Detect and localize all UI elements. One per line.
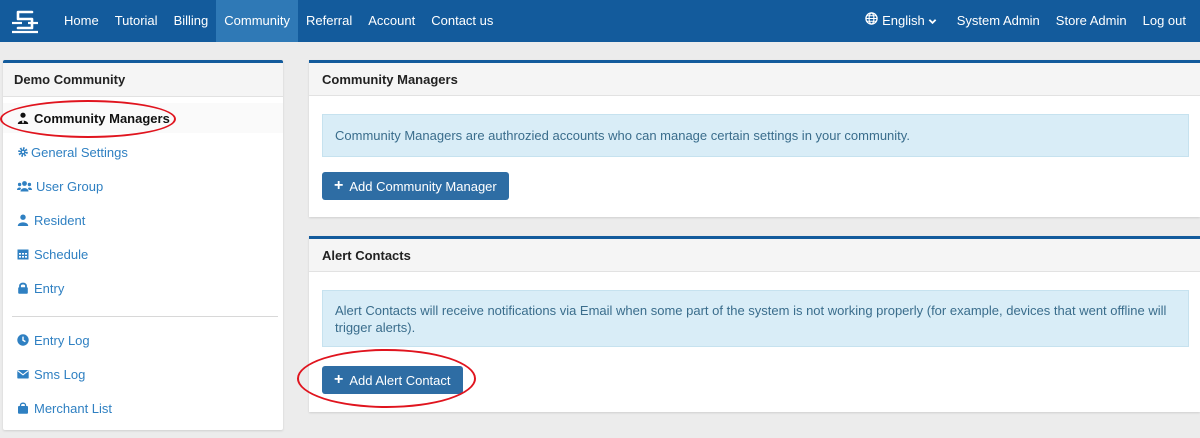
sidebar-item-label: Sms Log	[34, 366, 86, 382]
community-managers-panel: Community Managers Community Managers ar…	[309, 60, 1200, 217]
alert-text: Community Managers are authrozied accoun…	[335, 128, 910, 143]
nav-community[interactable]: Community	[216, 0, 298, 42]
sidebar-item-schedule[interactable]: Schedule	[3, 239, 283, 269]
nav-billing[interactable]: Billing	[166, 0, 217, 42]
nav-system-admin[interactable]: System Admin	[949, 0, 1048, 42]
sidebar-item-entry[interactable]: Entry	[3, 273, 283, 303]
alert-contacts-panel: Alert Contacts Alert Contacts will recei…	[309, 236, 1200, 412]
user-nav: English System Admin Store Admin Log out	[857, 0, 1194, 42]
managers-info-alert: Community Managers are authrozied accoun…	[322, 114, 1189, 157]
main-nav: Home Tutorial Billing Community Referral…	[56, 0, 501, 42]
nav-contact-us[interactable]: Contact us	[423, 0, 501, 42]
plus-icon: +	[334, 177, 344, 194]
sidebar-item-entry-log[interactable]: Entry Log	[3, 325, 283, 355]
nav-referral[interactable]: Referral	[298, 0, 360, 42]
sidebar-item-general-settings[interactable]: General Settings	[3, 137, 283, 167]
sidebar-item-label: Merchant List	[34, 400, 113, 416]
envelope-icon	[16, 367, 30, 381]
logo-icon[interactable]	[10, 6, 40, 36]
sidebar-item-label: Resident	[34, 212, 86, 228]
sidebar-item-label: General Settings	[31, 144, 128, 160]
sidebar-item-resident[interactable]: Resident	[3, 205, 283, 235]
users-icon	[16, 179, 32, 193]
user-icon	[16, 213, 30, 227]
nav-account[interactable]: Account	[360, 0, 423, 42]
sidebar-title: Demo Community	[3, 63, 283, 97]
sidebar-item-merchant-list[interactable]: Merchant List	[3, 393, 283, 423]
alert-contacts-info-alert: Alert Contacts will receive notification…	[322, 290, 1189, 347]
alert-text: Alert Contacts will receive notification…	[335, 302, 1167, 335]
sidebar-item-label: Entry	[34, 280, 65, 296]
sidebar-item-label: Schedule	[34, 246, 89, 262]
sidebar-item-label: Community Managers	[34, 110, 170, 126]
button-label: Add Alert Contact	[349, 372, 451, 388]
plus-icon: +	[334, 371, 344, 388]
button-label: Add Community Manager	[349, 178, 497, 194]
top-navbar: Home Tutorial Billing Community Referral…	[0, 0, 1200, 42]
sidebar-divider	[12, 316, 278, 317]
nav-home[interactable]: Home	[56, 0, 107, 42]
clock-icon	[16, 333, 30, 347]
panel-title: Community Managers	[309, 63, 1200, 96]
shopping-bag-icon	[16, 401, 30, 415]
nav-tutorial[interactable]: Tutorial	[107, 0, 166, 42]
sidebar-item-sms-log[interactable]: Sms Log	[3, 359, 283, 389]
calendar-icon	[16, 247, 30, 261]
language-dropdown[interactable]: English	[857, 0, 949, 42]
chevron-down-icon	[928, 17, 941, 26]
add-community-manager-button[interactable]: + Add Community Manager	[322, 172, 509, 200]
nav-log-out[interactable]: Log out	[1135, 0, 1194, 42]
globe-icon	[865, 0, 882, 42]
gear-icon	[16, 145, 30, 159]
user-tie-icon	[16, 111, 30, 125]
sidebar-item-community-managers[interactable]: Community Managers	[3, 103, 283, 133]
community-sidebar: Demo Community Community Managers Genera…	[3, 60, 283, 430]
language-label: English	[882, 13, 925, 28]
sidebar-item-label: User Group	[36, 178, 104, 194]
sidebar-item-user-group[interactable]: User Group	[3, 171, 283, 201]
lock-icon	[16, 281, 30, 295]
nav-store-admin[interactable]: Store Admin	[1048, 0, 1135, 42]
add-alert-contact-button[interactable]: + Add Alert Contact	[322, 366, 463, 394]
sidebar-item-label: Entry Log	[34, 332, 90, 348]
panel-title: Alert Contacts	[309, 239, 1200, 272]
